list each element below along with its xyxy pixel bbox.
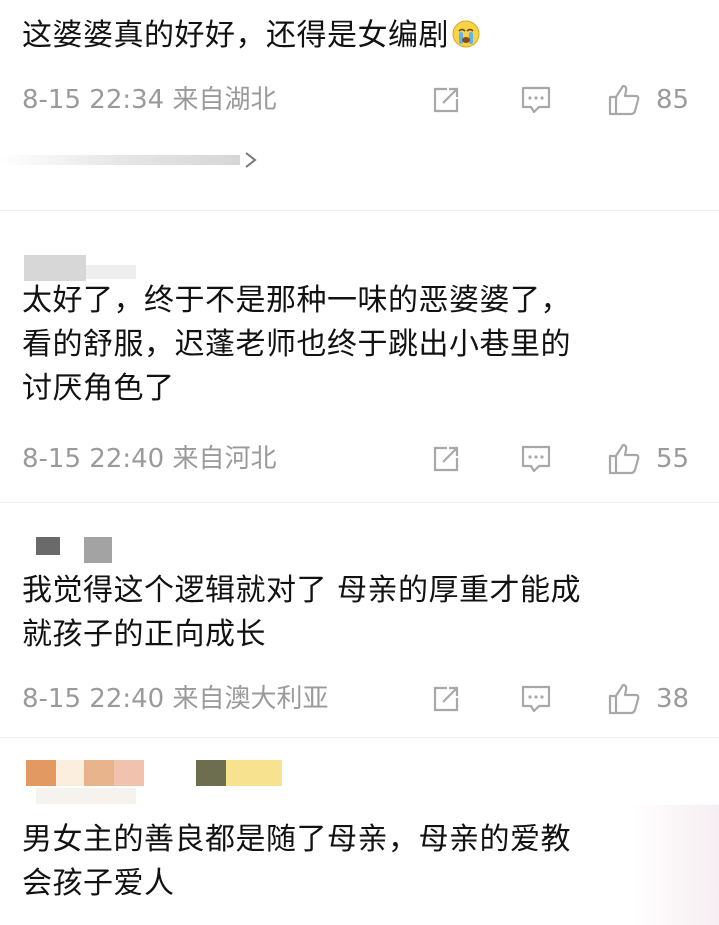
crying-emoji-icon [452,20,480,48]
comment-icon [521,685,551,713]
share-icon [433,686,459,712]
comment-button[interactable] [518,82,554,118]
like-button[interactable] [606,441,642,477]
username-mosaic [36,788,136,804]
thumbs-up-icon [608,443,640,475]
comment-1-text: 这婆婆真的好好，还得是女编剧 [22,14,702,58]
username-mosaic [86,265,136,279]
share-icon [433,446,459,472]
comment-2-time-location: 8-15 22:40 来自河北 [22,439,276,479]
comment-2-like-count: 55 [656,444,690,474]
like-button[interactable] [606,681,642,717]
comment-1-meta: 8-15 22:34 来自湖北 85 [22,80,702,120]
username-mosaic [84,537,112,563]
comment-1-like-count: 85 [656,85,690,115]
comment-3-meta: 8-15 22:40 来自澳大利亚 38 [22,679,702,719]
share-button[interactable] [428,681,464,717]
comment-4: 男女主的善良都是随了母亲，母亲的爱教 会孩子爱人 [0,738,719,925]
avatar [36,537,60,555]
comment-1: 这婆婆真的好好，还得是女编剧 8-15 22:34 来自湖北 85 [0,0,719,210]
comment-4-text: 男女主的善良都是随了母亲，母亲的爱教 会孩子爱人 [22,822,571,901]
share-icon [433,87,459,113]
comment-1-body: 这婆婆真的好好，还得是女编剧 [22,18,449,53]
comment-1-time: 8-15 22:34 [22,85,165,115]
comment-button[interactable] [518,441,554,477]
comment-2-text: 太好了，终于不是那种一味的恶婆婆了， 看的舒服，迟蓬老师也终于跳出小巷里的 讨厌… [22,283,571,406]
comment-icon [521,86,551,114]
comment-3-location: 来自澳大利亚 [172,684,329,714]
replies-link-arrow[interactable] [0,150,260,170]
avatar [24,255,86,281]
comment-2-time: 8-15 22:40 [22,444,165,474]
share-button[interactable] [428,82,464,118]
avatar [26,760,144,786]
comment-2: 太好了，终于不是那种一味的恶婆婆了， 看的舒服，迟蓬老师也终于跳出小巷里的 讨厌… [0,211,719,501]
comment-3-text: 我觉得这个逻辑就对了 母亲的厚重才能成 就孩子的正向成长 [22,573,582,652]
badge-mosaic [196,760,282,786]
comment-3-time-location: 8-15 22:40 来自澳大利亚 [22,679,328,719]
like-button[interactable] [606,82,642,118]
comment-1-location: 来自湖北 [172,85,277,115]
comment-3: 我觉得这个逻辑就对了 母亲的厚重才能成 就孩子的正向成长 8-15 22:40 … [0,503,719,735]
comment-button[interactable] [518,681,554,717]
thumbs-up-icon [608,683,640,715]
background-tint [629,805,719,925]
comment-icon [521,445,551,473]
comment-1-time-location: 8-15 22:34 来自湖北 [22,80,276,120]
comment-3-like-count: 38 [656,684,690,714]
thumbs-up-icon [608,84,640,116]
comment-2-meta: 8-15 22:40 来自河北 55 [22,439,702,479]
comment-3-time: 8-15 22:40 [22,684,165,714]
share-button[interactable] [428,441,464,477]
comment-2-location: 来自河北 [172,444,277,474]
